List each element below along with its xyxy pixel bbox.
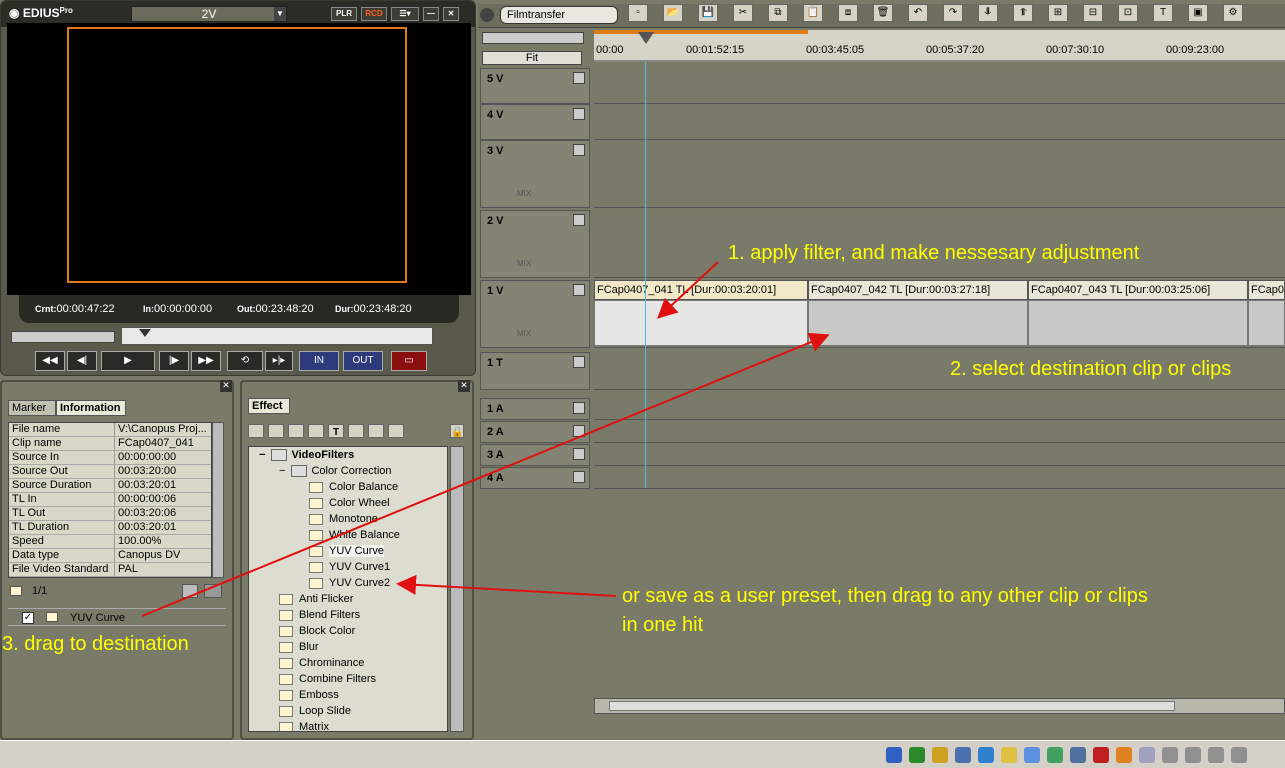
arrow-2: [141, 332, 830, 617]
firewall-icon[interactable]: [1093, 747, 1109, 763]
annotation-step1: 1. apply filter, and make nessesary adju…: [728, 242, 1140, 264]
usb-icon[interactable]: [1185, 747, 1201, 763]
drive-icon[interactable]: [1070, 747, 1086, 763]
annotation-preset-1: or save as a user preset, then drag to a…: [622, 585, 1148, 607]
usb-icon[interactable]: [1208, 747, 1224, 763]
network-icon[interactable]: [978, 747, 994, 763]
disc-icon[interactable]: [1139, 747, 1155, 763]
annotation-arrows: [141, 261, 830, 617]
system-tray: [0, 740, 1285, 768]
update-icon[interactable]: [1116, 747, 1132, 763]
antivirus-icon[interactable]: [1047, 747, 1063, 763]
annotation-step2: 2. select destination clip or clips: [950, 358, 1232, 380]
usb-icon[interactable]: [1231, 747, 1247, 763]
annotation-preset-2: in one hit: [622, 614, 704, 636]
cd-icon[interactable]: [955, 747, 971, 763]
media-icon[interactable]: [932, 747, 948, 763]
usb-icon[interactable]: [1162, 747, 1178, 763]
messenger-icon[interactable]: [909, 747, 925, 763]
arrow-3: [396, 574, 617, 597]
annotation-step3: 3. drag to destination: [2, 633, 189, 655]
audio-icon[interactable]: [1024, 747, 1040, 763]
ie-icon[interactable]: [886, 747, 902, 763]
arrow-1: [657, 261, 719, 319]
folder-icon[interactable]: [1001, 747, 1017, 763]
